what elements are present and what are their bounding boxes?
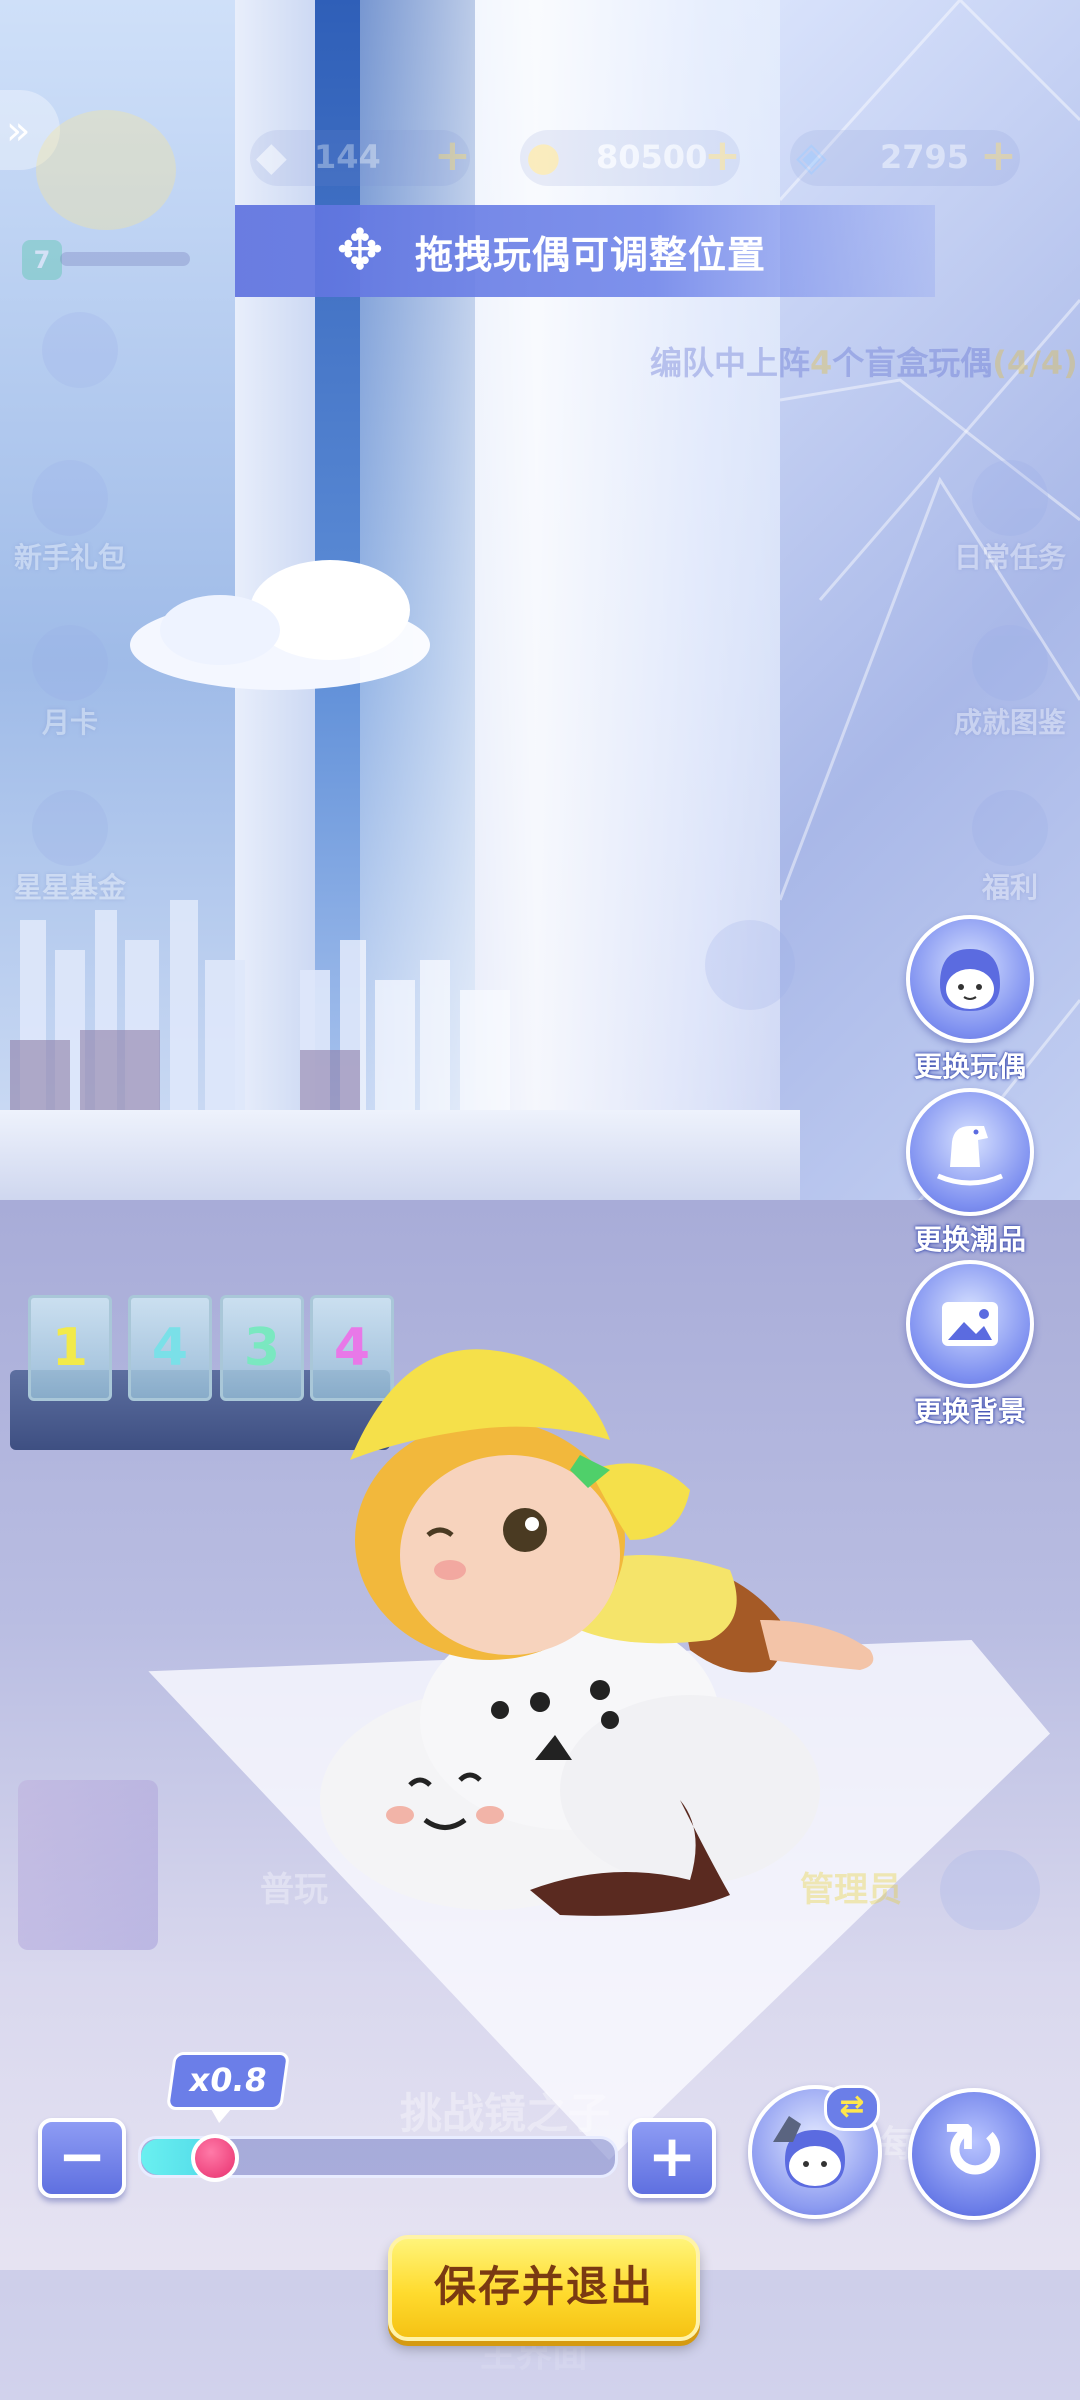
left-menu-item-2[interactable]: 星星基金	[0, 790, 140, 906]
right-menu-item-2[interactable]: 福利	[940, 790, 1080, 906]
shelf-cube-1-digit: 1	[51, 1318, 89, 1378]
right-menu-item-1[interactable]: 成就图鉴	[940, 625, 1080, 741]
box-face-icon	[42, 312, 118, 388]
right-menu-label-0: 日常任务	[953, 541, 1066, 574]
shelf-cube-1: 1	[28, 1295, 112, 1401]
chat-bubble-icon[interactable]	[940, 1850, 1040, 1930]
blind-box-figure[interactable]	[310, 1320, 890, 1960]
shelf-cube-3-digit: 3	[243, 1318, 281, 1378]
left-menu-item-0[interactable]: 新手礼包	[0, 460, 140, 576]
add-currency-1-button[interactable]: +	[434, 130, 471, 181]
currency-3-pill: ◈ 2795 +	[790, 130, 1020, 186]
event-bubble-icon[interactable]	[705, 920, 795, 1010]
zoom-level-badge: x0.8	[165, 2052, 291, 2110]
rocking-horse-icon	[906, 1088, 1034, 1216]
shelf-cube-3: 3	[220, 1295, 304, 1401]
coin-icon: ●	[526, 134, 561, 180]
move-arrows-icon: ✥	[336, 218, 384, 283]
reset-position-button[interactable]: ↻	[908, 2088, 1040, 2220]
currency-1-value: 144	[314, 138, 381, 176]
zoom-out-button[interactable]: −	[38, 2118, 126, 2198]
change-background-label: 更换背景	[913, 1395, 1026, 1428]
plus-icon: +	[647, 2122, 697, 2190]
cart-icon	[32, 790, 108, 866]
save-and-exit-label: 保存并退出	[433, 2262, 654, 2311]
shelf-cube-2: 4	[128, 1295, 212, 1401]
team-prompt-prefix: 编队中上阵	[650, 344, 811, 382]
achievement-icon	[972, 625, 1048, 701]
zoom-slider-handle[interactable]	[191, 2134, 240, 2182]
currency-1-pill: ◆ 144 +	[250, 130, 471, 186]
right-menu-label-1: 成就图鉴	[953, 706, 1066, 739]
swap-arrows-glyph: ⇄	[839, 2089, 865, 2124]
shelf-cube-2-digit: 4	[151, 1318, 189, 1378]
toy-clash-box[interactable]	[18, 1780, 158, 1950]
task-icon	[972, 460, 1048, 536]
add-currency-3-button[interactable]: +	[980, 130, 1017, 181]
gift-pack-icon	[32, 460, 108, 536]
team-prompt-count: 4	[810, 344, 833, 382]
team-prompt-progress: (4/4)	[992, 344, 1078, 382]
refresh-icon: ↻	[941, 2107, 1007, 2197]
drag-hint-toast: ✥ 拖拽玩偶可调整位置	[235, 205, 935, 297]
left-menu-label-2: 星星基金	[13, 871, 126, 904]
right-menu-label-2: 福利	[981, 871, 1038, 904]
add-currency-2-button[interactable]: +	[704, 130, 741, 181]
double-chevron-icon: »	[6, 108, 31, 154]
calendar-card-icon	[32, 625, 108, 701]
save-and-exit-button[interactable]: 保存并退出	[388, 2235, 700, 2341]
picture-icon	[906, 1260, 1034, 1388]
change-doll-label: 更换玩偶	[913, 1050, 1026, 1083]
left-menu-label-1: 月卡	[41, 706, 98, 739]
windowsill	[0, 1110, 800, 1200]
team-prompt[interactable]: 编队中上阵4个盲盒玩偶(4/4)	[580, 338, 1080, 388]
change-doll-button[interactable]: 更换玩偶	[905, 915, 1035, 1085]
doll-face-icon	[906, 915, 1034, 1043]
left-menu-item-1[interactable]: 月卡	[0, 625, 140, 741]
change-background-button[interactable]: 更换背景	[905, 1260, 1035, 1430]
drag-hint-text: 拖拽玩偶可调整位置	[415, 232, 767, 277]
team-prompt-suffix: 个盲盒玩偶	[832, 344, 993, 382]
left-menu-label-0: 新手礼包	[13, 541, 126, 574]
currency-2-value: 80500	[596, 138, 708, 176]
gem-icon: ◆	[256, 134, 287, 180]
exp-bar	[60, 252, 190, 266]
swap-arrows-icon: ⇄	[824, 2085, 880, 2131]
zoom-in-button[interactable]: +	[628, 2118, 716, 2198]
zoom-level-text: x0.8	[186, 2061, 270, 2099]
gift-icon	[972, 790, 1048, 866]
curtain	[360, 0, 800, 1240]
store-entry[interactable]	[30, 300, 130, 410]
currency-3-value: 2795	[880, 138, 970, 176]
change-trend-item-button[interactable]: 更换潮品	[905, 1088, 1035, 1258]
level-badge: 7	[22, 240, 62, 280]
minus-icon: −	[57, 2122, 107, 2190]
player-avatar[interactable]	[36, 110, 176, 230]
currency-2-pill: ● 80500 +	[520, 130, 741, 186]
crystal-icon: ◈	[796, 134, 827, 180]
right-menu-item-0[interactable]: 日常任务	[940, 460, 1080, 576]
change-trend-item-label: 更换潮品	[913, 1223, 1026, 1256]
